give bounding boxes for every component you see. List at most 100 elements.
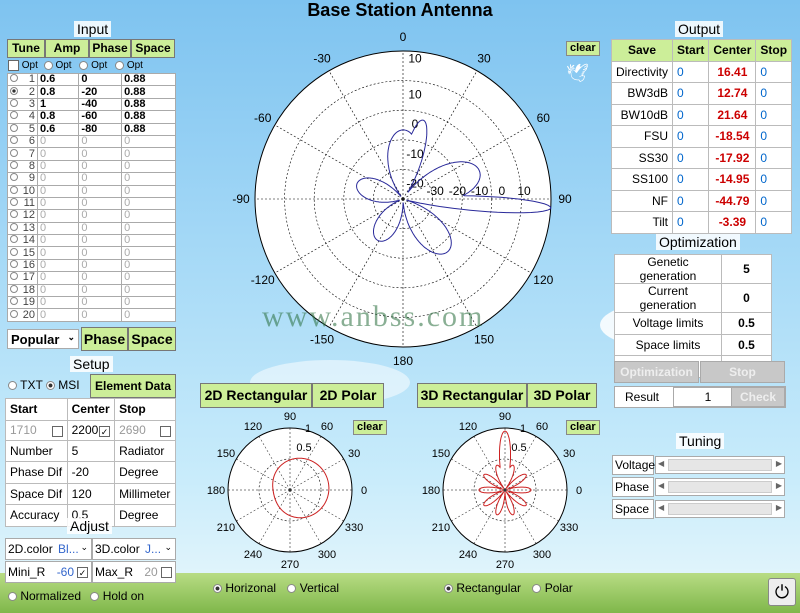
slider-track[interactable]	[668, 503, 772, 515]
space-cell[interactable]: 0	[121, 184, 176, 198]
element-select-cell[interactable]: 13	[7, 221, 38, 236]
amp-cell[interactable]: 0.6	[36, 72, 80, 87]
space-cell[interactable]: 0	[121, 196, 176, 211]
phase-cell[interactable]: 0	[78, 296, 123, 310]
amp-cell[interactable]: 0	[36, 258, 80, 273]
element-select-cell[interactable]: 15	[7, 246, 38, 260]
phase-cell[interactable]: -80	[78, 122, 123, 136]
2d-rectangular-button[interactable]: 2D Rectangular	[200, 383, 312, 408]
amp-cell[interactable]: 0	[36, 246, 80, 260]
space-cell[interactable]: 0	[121, 308, 176, 322]
optimization-value[interactable]: 0.5	[721, 333, 772, 356]
phase-cell[interactable]: 0	[78, 258, 123, 273]
amp-cell[interactable]: 0	[36, 134, 80, 149]
space-cell[interactable]: 0	[121, 234, 176, 248]
element-radio[interactable]	[10, 74, 18, 83]
element-select-cell[interactable]: 5	[7, 122, 38, 136]
element-select-cell[interactable]: 12	[7, 209, 38, 223]
stop-checkbox[interactable]	[160, 426, 171, 437]
stop-optimization-button[interactable]: Stop	[700, 361, 785, 383]
element-radio[interactable]	[10, 86, 18, 95]
space-cell[interactable]: 0	[121, 283, 176, 298]
element-select-cell[interactable]: 7	[7, 147, 38, 161]
space-button[interactable]: Space	[131, 39, 175, 58]
phase-cell[interactable]: 0	[78, 308, 123, 322]
phase-cell[interactable]: 0	[78, 271, 123, 285]
amp-cell[interactable]: 0	[36, 184, 80, 198]
polar-radio[interactable]	[532, 584, 542, 594]
number-field[interactable]: 5	[66, 439, 116, 462]
space-cell[interactable]: 0	[121, 147, 176, 161]
minr-field[interactable]: -60	[57, 565, 74, 579]
space-apply-button[interactable]: Space	[128, 327, 176, 351]
opt-space-radio[interactable]	[115, 61, 125, 70]
color3d-select[interactable]: J...	[145, 542, 161, 556]
optimization-value[interactable]: 5	[721, 254, 772, 284]
phase-cell[interactable]: 0	[78, 209, 123, 223]
element-radio[interactable]	[10, 160, 18, 169]
space-cell[interactable]: 0.88	[121, 85, 176, 99]
amp-cell[interactable]: 0.6	[36, 122, 80, 136]
color2d-select[interactable]: Bl...	[58, 542, 79, 556]
phase-cell[interactable]: 0	[78, 221, 123, 236]
rectangular-radio[interactable]	[444, 584, 453, 594]
amp-cell[interactable]: 0	[36, 296, 80, 310]
slider-track[interactable]	[668, 481, 772, 493]
phase-cell[interactable]: 0	[78, 72, 123, 87]
element-radio[interactable]	[10, 272, 18, 281]
txt-radio[interactable]	[8, 381, 17, 391]
phase-cell[interactable]: 0	[78, 196, 123, 211]
element-radio[interactable]	[10, 148, 18, 157]
phase-cell[interactable]: 0	[78, 283, 123, 298]
element-select-cell[interactable]: 19	[7, 296, 38, 310]
horizontal-radio[interactable]	[213, 584, 222, 594]
tuning-slider-voltage[interactable]: ◀ ▶	[655, 456, 785, 474]
element-select-cell[interactable]: 10	[7, 184, 38, 198]
maxr-checkbox[interactable]	[161, 567, 172, 578]
opt-amp-radio[interactable]	[43, 61, 53, 70]
2d-polar-button[interactable]: 2D Polar	[312, 383, 384, 408]
amp-button[interactable]: Amp	[45, 39, 89, 58]
chevron-left-icon[interactable]: ◀	[658, 459, 664, 468]
tuning-slider-phase[interactable]: ◀ ▶	[655, 478, 785, 496]
element-radio[interactable]	[10, 123, 18, 132]
phase-cell[interactable]: 0	[78, 147, 123, 161]
element-select-cell[interactable]: 14	[7, 234, 38, 248]
minr-checkbox[interactable]: ✓	[77, 567, 88, 578]
space-cell[interactable]: 0	[121, 134, 176, 149]
element-radio[interactable]	[10, 309, 18, 318]
3d-polar-button[interactable]: 3D Polar	[527, 383, 597, 408]
space-cell[interactable]: 0.88	[121, 122, 176, 136]
element-select-cell[interactable]: 8	[7, 159, 38, 174]
start-checkbox[interactable]	[51, 426, 63, 437]
phase-cell[interactable]: 0	[78, 184, 123, 198]
phase-cell[interactable]: 0	[78, 234, 123, 248]
phase-cell[interactable]: 0	[78, 246, 123, 260]
amp-cell[interactable]: 0	[36, 196, 80, 211]
center-checkbox[interactable]: ✓	[99, 426, 111, 437]
element-select-cell[interactable]: 1	[7, 72, 38, 87]
element-radio[interactable]	[10, 210, 18, 219]
chevron-right-icon[interactable]: ▶	[776, 503, 782, 512]
chevron-left-icon[interactable]: ◀	[658, 503, 664, 512]
stop-field[interactable]: 2690	[114, 419, 176, 441]
element-radio[interactable]	[10, 173, 18, 182]
amp-cell[interactable]: 0.8	[36, 110, 80, 124]
element-radio[interactable]	[10, 136, 18, 145]
space-cell[interactable]: 0.88	[121, 72, 176, 87]
space-cell[interactable]: 0	[121, 296, 176, 310]
element-select-cell[interactable]: 16	[7, 258, 38, 273]
element-radio[interactable]	[10, 235, 18, 244]
element-select-cell[interactable]: 20	[7, 308, 38, 322]
amp-cell[interactable]: 0	[36, 283, 80, 298]
element-data-button[interactable]: Element Data	[90, 374, 176, 398]
phase-apply-button[interactable]: Phase	[81, 327, 128, 351]
phase-cell[interactable]: 0	[78, 159, 123, 174]
slider-track[interactable]	[668, 459, 772, 471]
element-radio[interactable]	[10, 247, 18, 256]
normalized-radio[interactable]	[8, 592, 17, 602]
amp-cell[interactable]: 0	[36, 209, 80, 223]
element-select-cell[interactable]: 18	[7, 283, 38, 298]
element-select-cell[interactable]: 6	[7, 134, 38, 149]
element-select-cell[interactable]: 17	[7, 271, 38, 285]
